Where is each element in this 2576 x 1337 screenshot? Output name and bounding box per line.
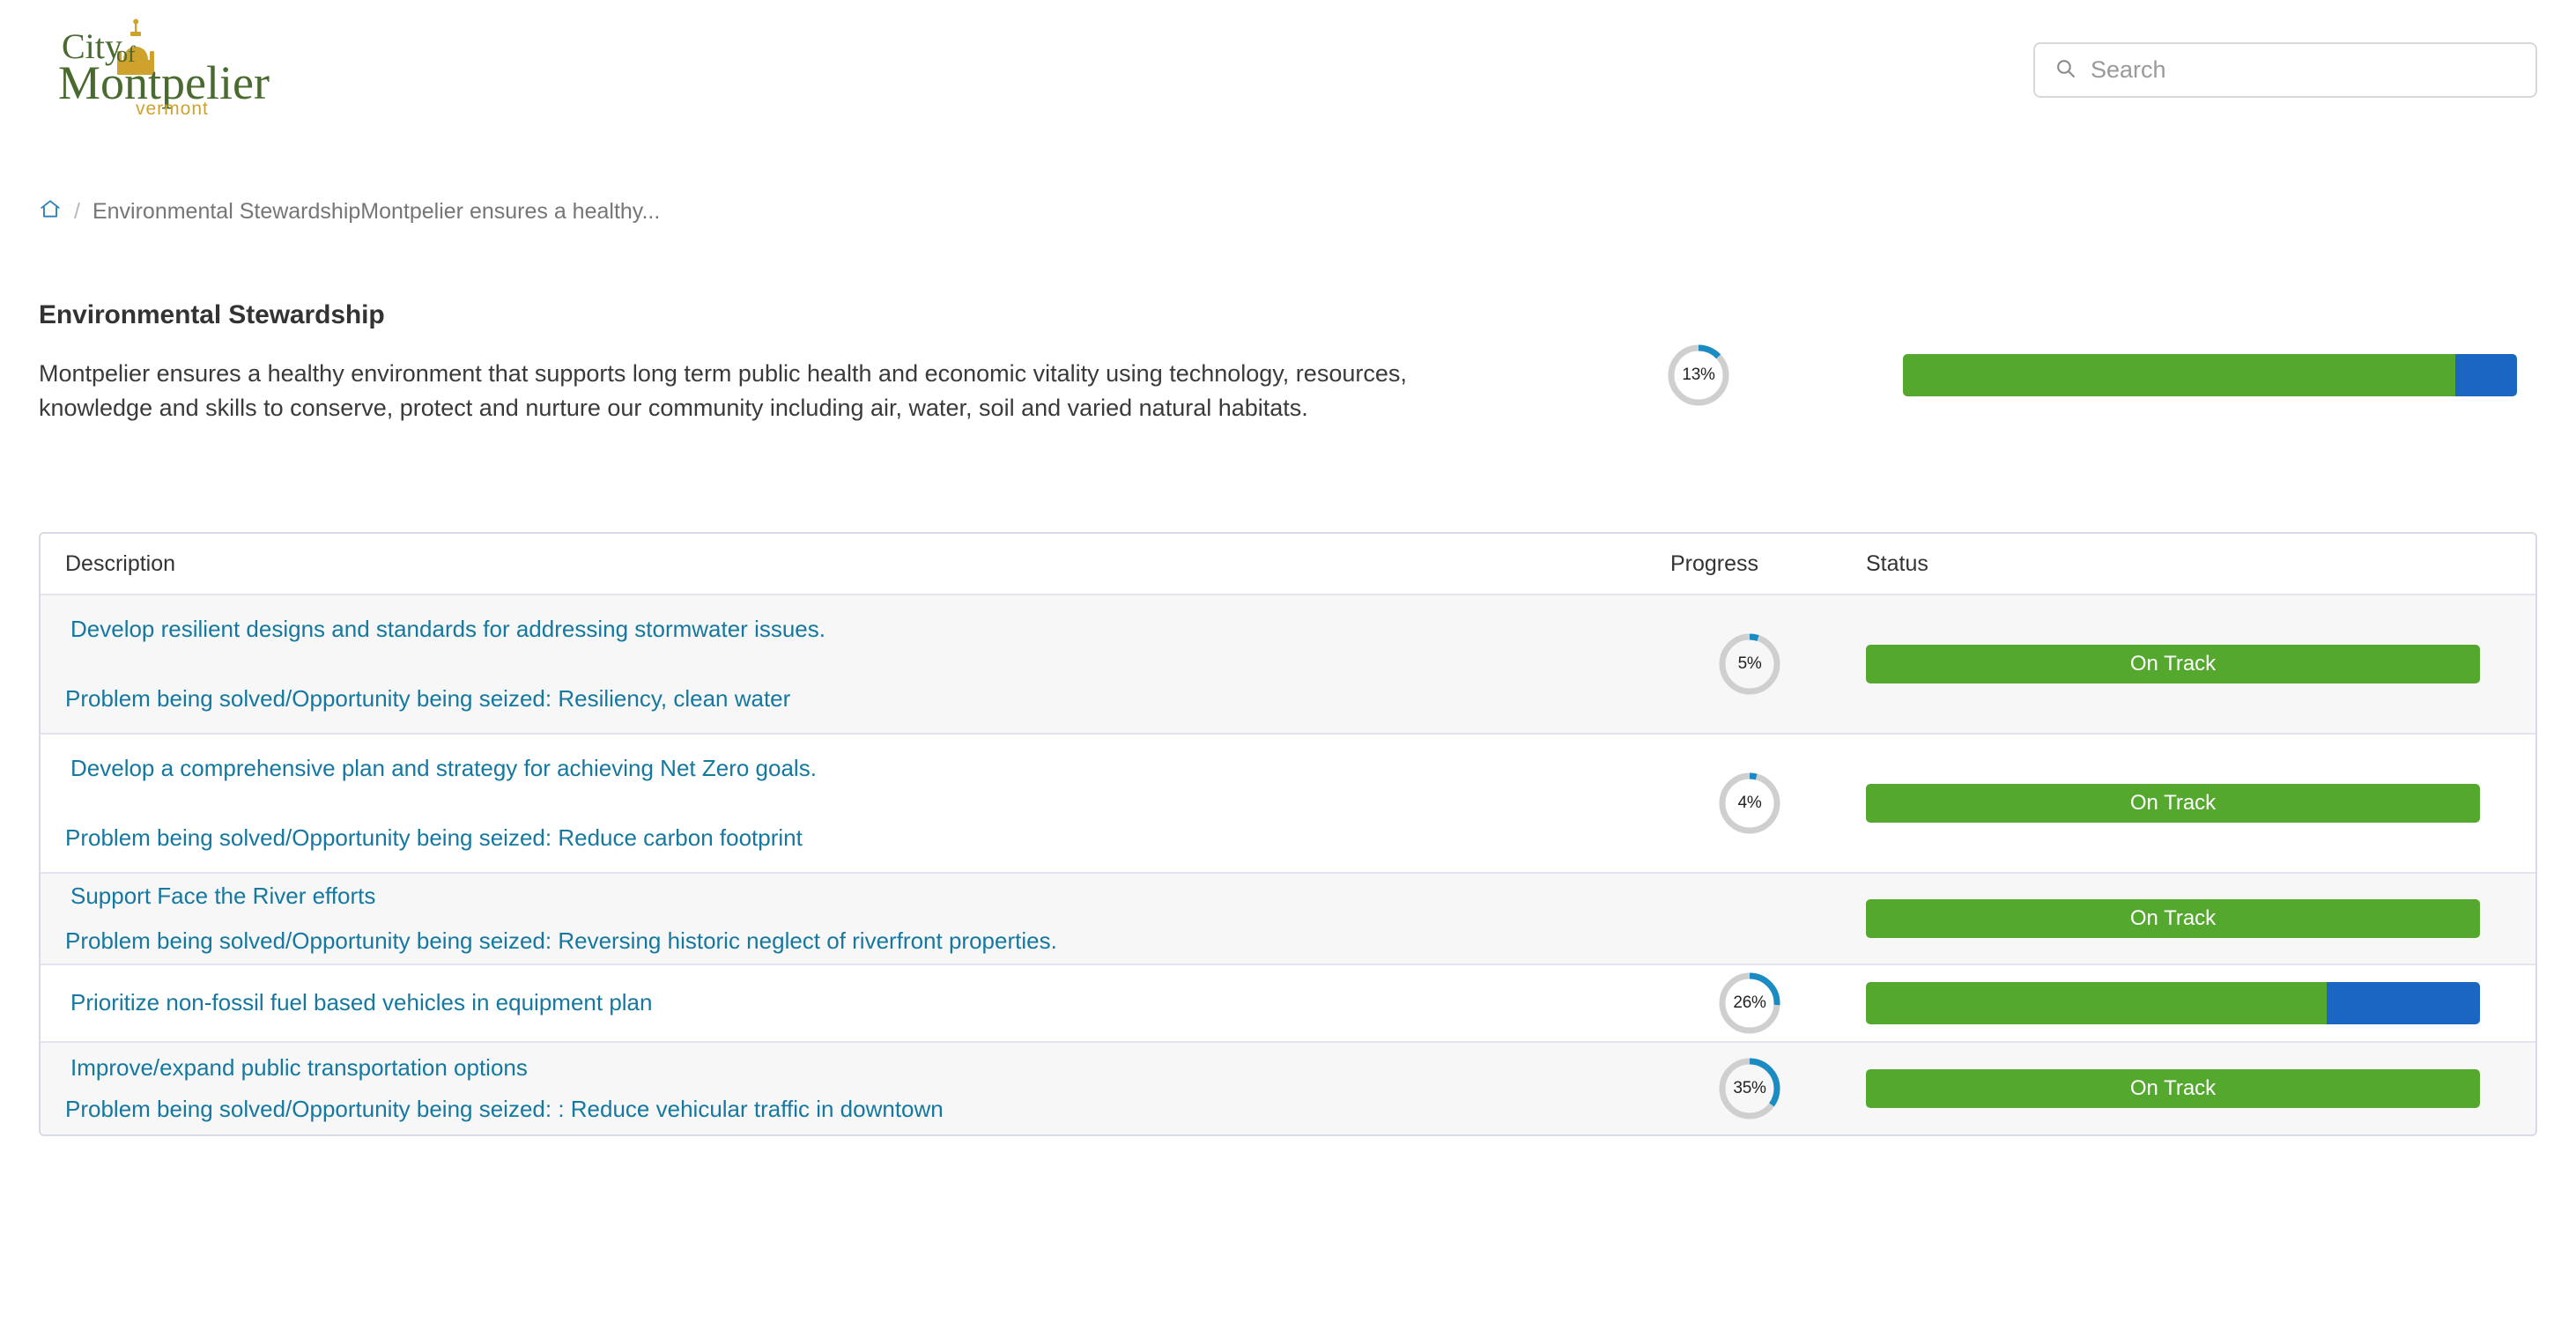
overall-progress-donut: 13% [1665,342,1732,409]
overall-status-bar [1903,354,2517,396]
table-header-row: Description Progress Status [41,534,2535,595]
initiative-title-link[interactable]: Develop a comprehensive plan and strateg… [70,753,1633,784]
initiative-problem-link[interactable]: Problem being solved/Opportunity being s… [65,823,1633,853]
initiative-title-link[interactable]: Prioritize non-fossil fuel based vehicle… [70,987,1633,1018]
progress-donut: 26% [1716,970,1783,1037]
city-of-montpelier-logo[interactable]: City of Montpelier vermont [39,16,303,126]
progress-label: 5% [1737,654,1762,673]
home-icon[interactable] [39,197,62,226]
status-badge[interactable]: On Track [1866,899,2480,938]
cell-description: Support Face the River efforts Problem be… [41,874,1658,964]
table-row: Prioritize non-fossil fuel based vehicle… [41,965,2535,1043]
cell-status [1841,965,2535,1041]
column-header-description: Description [65,550,176,576]
breadcrumb: / Environmental StewardshipMontpelier en… [0,191,2576,232]
cell-status: On Track [1841,735,2535,872]
table-row: Improve/expand public transportation opt… [41,1043,2535,1134]
cell-description: Develop resilient designs and standards … [41,595,1658,733]
cell-progress: 26% [1658,965,1841,1041]
search-input[interactable] [2091,56,2516,84]
status-bar-green-segment [1903,354,2456,396]
search-box[interactable] [2033,42,2537,98]
status-badge[interactable]: On Track [1866,1069,2480,1108]
initiative-title-link[interactable]: Develop resilient designs and standards … [70,614,1633,645]
search-icon [2054,57,2076,84]
breadcrumb-separator: / [74,198,80,224]
cell-progress: 4% [1658,735,1841,872]
status-badge[interactable]: On Track [1866,645,2480,683]
table-row: Support Face the River efforts Problem be… [41,874,2535,965]
column-header-status: Status [1866,550,1928,576]
progress-label: 35% [1733,1079,1766,1097]
overall-progress-label: 13% [1682,366,1715,384]
progress-donut: 35% [1716,1055,1783,1122]
status-bar-blue-segment [2455,354,2517,396]
progress-donut: 4% [1716,770,1783,837]
page-summary: Environmental Stewardship Montpelier ens… [0,300,2576,490]
cell-progress [1658,874,1841,964]
initiatives-table: Description Progress Status Develop resi… [39,532,2537,1136]
page-description: Montpelier ensures a healthy environment… [39,360,1407,422]
initiative-title-link[interactable]: Improve/expand public transportation opt… [70,1053,1633,1083]
cell-progress: 35% [1658,1043,1841,1134]
status-bar-green-segment [1866,982,2327,1024]
page-title: Environmental Stewardship [39,300,385,329]
status-badge[interactable]: On Track [1866,784,2480,823]
breadcrumb-current[interactable]: Environmental StewardshipMontpelier ensu… [93,199,660,225]
page-header: City of Montpelier vermont [0,0,2576,145]
initiative-problem-link[interactable]: Problem being solved/Opportunity being s… [65,1094,1633,1125]
initiative-problem-link[interactable]: Problem being solved/Opportunity being s… [65,926,1633,957]
initiative-problem-link[interactable]: Problem being solved/Opportunity being s… [65,683,1633,714]
table-row: Develop a comprehensive plan and strateg… [41,735,2535,874]
cell-description: Prioritize non-fossil fuel based vehicle… [41,965,1658,1041]
cell-status: On Track [1841,1043,2535,1134]
column-header-progress: Progress [1670,550,1759,576]
cell-description: Improve/expand public transportation opt… [41,1043,1658,1134]
svg-text:vermont: vermont [136,99,209,119]
cell-status: On Track [1841,595,2535,733]
progress-label: 26% [1733,994,1766,1012]
cell-progress: 5% [1658,595,1841,733]
status-bar [1866,982,2480,1024]
table-body: Develop resilient designs and standards … [41,595,2535,1134]
progress-label: 4% [1737,794,1762,812]
cell-description: Develop a comprehensive plan and strateg… [41,735,1658,872]
progress-donut: 5% [1716,631,1783,698]
status-bar-blue-segment [2326,982,2480,1024]
initiative-title-link[interactable]: Support Face the River efforts [70,881,1633,912]
cell-status: On Track [1841,874,2535,964]
table-row: Develop resilient designs and standards … [41,595,2535,735]
